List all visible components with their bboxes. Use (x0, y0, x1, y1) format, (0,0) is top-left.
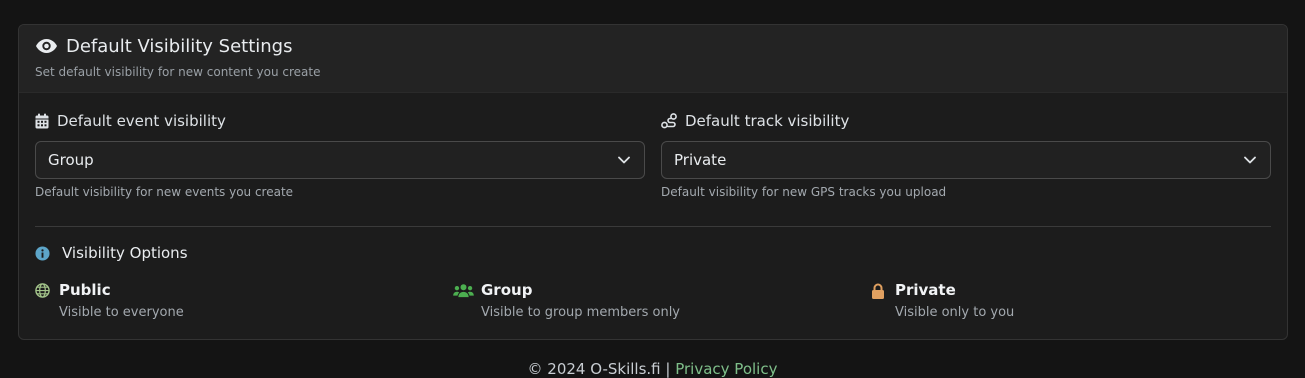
option-group-name: Group (481, 281, 533, 299)
chevron-down-icon (618, 156, 630, 164)
card-body: Default event visibility Group Default v… (19, 111, 1287, 320)
visibility-options-title: Visibility Options (62, 244, 188, 262)
fields-row: Default event visibility Group Default v… (35, 111, 1271, 199)
eye-icon (36, 39, 57, 53)
page-title: Default Visibility Settings (66, 35, 293, 57)
event-visibility-field: Default event visibility Group Default v… (35, 111, 645, 199)
track-visibility-label: Default track visibility (685, 112, 850, 130)
chevron-down-icon (1244, 156, 1256, 164)
privacy-policy-link[interactable]: Privacy Policy (675, 360, 777, 378)
track-visibility-field: Default track visibility Private Default… (661, 111, 1271, 199)
lock-icon (872, 283, 884, 299)
event-visibility-label: Default event visibility (57, 112, 226, 130)
option-public-name: Public (59, 281, 111, 299)
track-visibility-value: Private (674, 151, 727, 169)
track-visibility-select[interactable]: Private (661, 141, 1271, 179)
event-visibility-help: Default visibility for new events you cr… (35, 185, 294, 199)
divider (35, 226, 1271, 227)
option-private-desc: Visible only to you (895, 305, 1015, 320)
track-visibility-label-row: Default track visibility (661, 111, 1271, 131)
footer-separator: | (665, 360, 671, 378)
option-private-name: Private (895, 281, 956, 299)
calendar-icon (35, 113, 49, 129)
footer: © 2024 O-Skills.fi | Privacy Policy (0, 360, 1305, 378)
visibility-settings-card: Default Visibility Settings Set default … (18, 24, 1288, 340)
page-subtitle: Set default visibility for new content y… (35, 65, 321, 79)
option-group: Group Visible to group members only (453, 281, 871, 320)
option-public: Public Visible to everyone (35, 281, 453, 320)
info-circle-icon (35, 245, 50, 261)
event-visibility-select[interactable]: Group (35, 141, 645, 179)
option-group-desc: Visible to group members only (481, 305, 680, 320)
visibility-options-list: Public Visible to everyone Group Visible… (35, 281, 1271, 320)
option-public-desc: Visible to everyone (59, 305, 184, 320)
event-visibility-label-row: Default event visibility (35, 111, 645, 131)
option-private: Private Visible only to you (871, 281, 1014, 320)
card-header: Default Visibility Settings Set default … (19, 25, 1287, 93)
users-icon (453, 284, 474, 298)
title-row: Default Visibility Settings (35, 35, 1271, 57)
globe-icon (35, 283, 50, 298)
footer-copyright: © 2024 O-Skills.fi (527, 360, 661, 378)
event-visibility-value: Group (48, 151, 94, 169)
track-visibility-help: Default visibility for new GPS tracks yo… (661, 185, 947, 199)
route-icon (661, 113, 677, 129)
visibility-options-heading: Visibility Options (35, 243, 1271, 263)
